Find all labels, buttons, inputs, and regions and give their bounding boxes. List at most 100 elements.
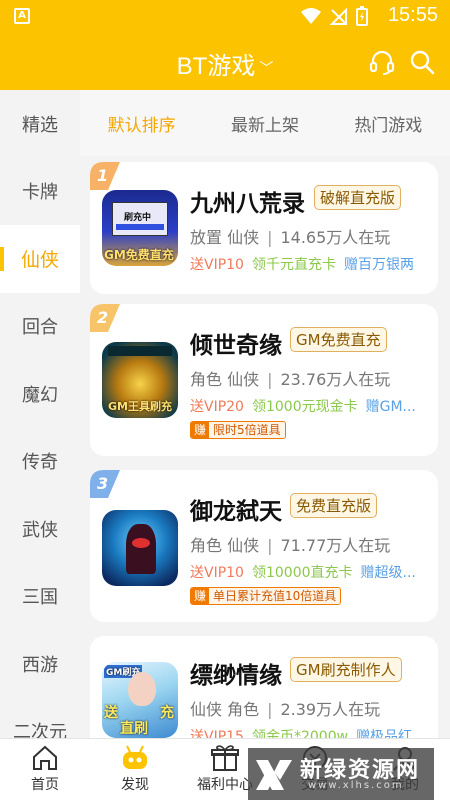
app-notification-icon: A: [14, 8, 30, 24]
game-category: 放置 仙侠: [190, 228, 260, 247]
game-card[interactable]: 1 刷充中 GM免费直充 九州八荒录 破解直充版 放置 仙侠 | 14.65万人在玩…: [90, 162, 438, 294]
game-title: 缥缈情缘: [190, 663, 282, 689]
game-card[interactable]: 3 御龙弑天 免费直充版 角色 仙侠 | 71.77万人在玩 送VIP10 领1000…: [90, 470, 438, 622]
tab-home[interactable]: 首页: [0, 739, 90, 800]
status-icons: [300, 6, 368, 26]
wifi-icon: [301, 8, 321, 24]
icon-caption: 刷充中: [124, 213, 152, 223]
icon-caption: 送: [104, 705, 118, 721]
game-tag: 破解直充版: [314, 185, 402, 210]
clock: 15:55: [387, 4, 438, 26]
perk-vip: 送VIP10: [190, 565, 244, 581]
game-card[interactable]: GM刷充 送 直刷 充 缥缈情缘 GM刷充制作人 仙侠 角色 | 2.39万人在玩 …: [90, 636, 438, 738]
sidebar-item-mohuan[interactable]: 魔幻: [0, 360, 80, 428]
perk-card: 领金币*2000w: [251, 729, 349, 738]
game-title: 御龙弑天: [190, 499, 282, 525]
promo-label: 赚: [191, 422, 210, 438]
promo-badge: 赚限时5倍道具: [190, 421, 286, 439]
game-perks: 送VIP10 领10000直充卡 赠超级...: [190, 562, 432, 582]
player-count: 23.76万人在玩: [280, 370, 391, 389]
game-list-panel: 默认排序 最新上架 热门游戏 1 刷充中 GM免费直充 九州八荒录 破解直充版 …: [80, 90, 450, 738]
sort-tabs: 默认排序 最新上架 热门游戏: [80, 90, 450, 156]
tab-label: 首页: [31, 777, 59, 793]
perk-bonus: 赠百万银两: [343, 257, 414, 273]
rank-number: 2: [97, 308, 109, 327]
game-tag: GM免费直充: [290, 327, 387, 352]
sidebar-item-label: 西游: [22, 654, 58, 676]
icon-caption: GM免费直充: [104, 248, 174, 262]
home-icon: [33, 745, 57, 770]
game-perks: 送VIP15 领金币*2000w 赠极品红...: [190, 726, 432, 738]
tab-discover[interactable]: 发现: [90, 739, 180, 800]
sidebar-item-huihe[interactable]: 回合: [0, 293, 80, 361]
tab-default-sort[interactable]: 默认排序: [80, 111, 203, 136]
app-header: BT游戏 ﹀: [0, 32, 450, 90]
tab-popular[interactable]: 热门游戏: [327, 111, 450, 136]
tab-newest[interactable]: 最新上架: [203, 111, 326, 136]
sidebar-item-xiyou[interactable]: 西游: [0, 630, 80, 698]
promo-badge: 赚单日累计充值10倍道具: [190, 587, 342, 605]
game-title: 九州八荒录: [190, 191, 305, 217]
sidebar-item-jingxuan[interactable]: 精选: [0, 90, 80, 158]
promo-text: 限时5倍道具: [209, 422, 285, 438]
perk-vip: 送VIP10: [190, 257, 244, 273]
sidebar-item-label: 精选: [22, 114, 58, 136]
game-meta: 角色 仙侠 | 71.77万人在玩: [190, 536, 391, 555]
game-icon: GM刷充 送 直刷 充: [102, 662, 178, 738]
game-card[interactable]: 2 GM王具刷充 倾世奇缘 GM免费直充 角色 仙侠 | 23.76万人在玩 送VI…: [90, 304, 438, 456]
sidebar-item-label: 三国: [22, 587, 58, 609]
category-sidebar: 精选 卡牌 仙侠 回合 魔幻 传奇 武侠 三国 西游 二次元: [0, 90, 80, 743]
headset-icon[interactable]: [368, 48, 396, 76]
sidebar-item-label: 武侠: [22, 519, 58, 541]
perk-card: 领千元直充卡: [251, 257, 336, 273]
icon-caption: 直刷: [120, 721, 148, 737]
game-tag: 免费直充版: [290, 493, 378, 518]
sidebar-item-wuxia[interactable]: 武侠: [0, 495, 80, 563]
watermark-logo-icon: [256, 760, 292, 790]
player-count: 14.65万人在玩: [280, 228, 391, 247]
game-icon: [102, 510, 178, 586]
perk-vip: 送VIP20: [190, 399, 244, 415]
icon-caption: 充: [160, 705, 174, 721]
sidebar-item-label: 卡牌: [22, 182, 58, 204]
battery-icon: [356, 6, 368, 26]
perk-card: 领10000直充卡: [251, 565, 353, 581]
game-meta: 仙侠 角色 | 2.39万人在玩: [190, 700, 381, 719]
game-icon: 刷充中 GM免费直充: [102, 190, 178, 266]
tab-label: 福利中心: [197, 777, 253, 793]
sidebar-item-label: 回合: [22, 317, 58, 339]
game-icon: GM王具刷充: [102, 342, 178, 418]
status-bar: A 15:55: [0, 0, 450, 32]
perk-vip: 送VIP15: [190, 729, 244, 738]
perk-bonus: 赠极品红...: [356, 729, 426, 738]
no-signal-icon: [330, 7, 347, 25]
sidebar-item-label: 魔幻: [22, 384, 58, 406]
game-meta: 角色 仙侠 | 23.76万人在玩: [190, 370, 391, 389]
perk-bonus: 赠超级...: [360, 565, 416, 581]
game-perks: 送VIP10 领千元直充卡 赠百万银两: [190, 254, 432, 274]
sidebar-item-kapai[interactable]: 卡牌: [0, 158, 80, 226]
sidebar-item-xianxia[interactable]: 仙侠: [0, 225, 80, 293]
gift-icon: [211, 745, 239, 771]
sidebar-item-chuanqi[interactable]: 传奇: [0, 428, 80, 496]
player-count: 71.77万人在玩: [280, 536, 391, 555]
icon-caption: GM王具刷充: [108, 400, 172, 413]
game-category: 角色 仙侠: [190, 370, 260, 389]
sidebar-item-label: 仙侠: [20, 249, 59, 272]
rank-number: 3: [97, 474, 109, 493]
game-tag: GM刷充制作人: [290, 657, 402, 682]
game-category: 仙侠 角色: [190, 700, 260, 719]
rank-number: 1: [97, 166, 109, 185]
watermark-url: www.xlhs.com: [308, 780, 404, 791]
sidebar-item-sanguo[interactable]: 三国: [0, 563, 80, 631]
promo-label: 赚: [191, 588, 210, 604]
tab-label: 发现: [121, 777, 149, 793]
perk-card: 领1000元现金卡: [251, 399, 358, 415]
player-count: 2.39万人在玩: [280, 700, 381, 719]
perk-bonus: 赠GM...: [365, 399, 416, 415]
discover-icon: [123, 745, 147, 769]
game-category: 角色 仙侠: [190, 536, 260, 555]
search-icon[interactable]: [408, 48, 436, 76]
page-title: BT游戏: [176, 53, 256, 80]
promo-text: 单日累计充值10倍道具: [209, 588, 341, 604]
